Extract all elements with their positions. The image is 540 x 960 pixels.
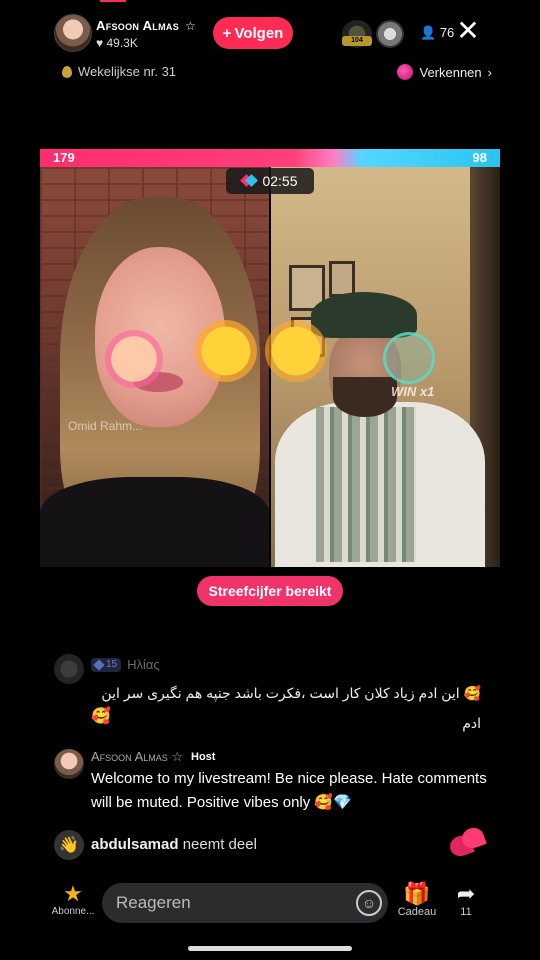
- battle-timer: 02:55: [226, 168, 314, 194]
- top-viewer-avatar[interactable]: [376, 20, 404, 48]
- comment-text: Welcome to my livestream! Be nice please…: [91, 770, 487, 811]
- watermark-text: Omid Rahm...: [68, 419, 143, 433]
- comment-text-cont: 🥰: [91, 708, 111, 725]
- host-tag: Host: [191, 751, 216, 763]
- share-count: 11: [460, 906, 472, 918]
- score-left: 179: [53, 150, 75, 165]
- join-username[interactable]: abdulsamad: [91, 836, 179, 853]
- timer-value: 02:55: [262, 173, 298, 189]
- comment-meta: Afsoon Almas ☆ Host: [91, 749, 215, 765]
- guest-scarf: [316, 407, 416, 562]
- host-likes: ♥ 49.3K: [96, 36, 138, 50]
- gift-label: Cadeau: [397, 906, 437, 918]
- follow-label: Volgen: [234, 24, 284, 42]
- join-text: abdulsamad neemt deel: [91, 836, 257, 853]
- subscribe-button[interactable]: ★ Abonne...: [48, 881, 98, 918]
- comment-username[interactable]: Afsoon Almas ☆: [91, 749, 183, 765]
- hearts-icon: [447, 824, 488, 862]
- likes-count: 49.3K: [106, 36, 138, 50]
- status-indicator: [100, 0, 126, 2]
- heart-icon: ♥: [96, 36, 104, 50]
- star-icon: ★: [63, 881, 83, 906]
- bottom-bar: ★ Abonne... Reageren ☺ 🎁 Cadeau ➦ 11: [0, 876, 540, 936]
- guest-hat: [311, 292, 417, 338]
- comment-input[interactable]: Reageren: [102, 883, 388, 923]
- comment-username[interactable]: Ηλίας: [127, 657, 160, 672]
- follow-button[interactable]: + Volgen: [213, 17, 293, 49]
- goal-reached-pill[interactable]: Streefcijfer bereikt: [197, 576, 343, 606]
- comment-meta: 15 Ηλίας: [91, 657, 160, 672]
- angry-emoji-effect: [195, 320, 257, 382]
- angry-emoji-effect: [265, 320, 327, 382]
- subscribe-label: Abonne...: [51, 906, 95, 917]
- gift-icon: 🎁: [403, 881, 431, 906]
- live-header: Afsoon Almas ☆ ♥ 49.3K + Volgen 104 👤 76…: [54, 14, 526, 54]
- weekly-rank[interactable]: Wekelijkse nr. 31: [62, 64, 176, 79]
- gift-button[interactable]: 🎁 Cadeau: [394, 881, 440, 919]
- chevron-right-icon: ›: [487, 64, 492, 80]
- explore-link[interactable]: Verkennen ›: [397, 64, 492, 80]
- level-badge: 15: [91, 657, 122, 672]
- battle-score-bar: 179 98: [40, 149, 500, 167]
- person-icon: 👤: [420, 25, 437, 40]
- avatar[interactable]: [54, 749, 84, 779]
- explore-label: Verkennen: [419, 64, 482, 80]
- comment-text: 🥰 این ادم زیاد کلان کار است ،فکرت باشد ج…: [101, 685, 481, 731]
- star-icon: ☆: [184, 19, 196, 33]
- host-avatar[interactable]: [54, 14, 92, 52]
- drop-icon: [62, 65, 72, 78]
- emoji-icon[interactable]: ☺: [356, 890, 382, 916]
- win-multiplier-label: WIN x1: [391, 384, 435, 399]
- share-button[interactable]: ➦ 11: [448, 881, 484, 919]
- live-subbar: Wekelijkse nr. 31 Verkennen ›: [62, 64, 492, 84]
- weekly-rank-label: Wekelijkse nr. 31: [78, 64, 177, 79]
- host-name[interactable]: Afsoon Almas ☆: [96, 18, 196, 33]
- score-right: 98: [472, 150, 487, 165]
- gift-effect-ring: [383, 332, 435, 384]
- share-icon: ➦: [456, 881, 476, 906]
- close-icon[interactable]: ✕: [454, 17, 482, 46]
- host-name-text: Afsoon Almas: [96, 18, 180, 33]
- wave-icon: 👋: [54, 830, 84, 860]
- gift-effect-avatar: [105, 330, 163, 388]
- avatar[interactable]: [54, 654, 84, 684]
- gem-icon: [397, 64, 414, 80]
- viewer-count-value: 76: [439, 25, 455, 40]
- plus-icon: +: [222, 24, 232, 42]
- viewer-count[interactable]: 👤 76: [420, 25, 454, 41]
- join-action: neemt deel: [182, 836, 257, 853]
- diamond-icon: [93, 658, 105, 671]
- level-value: 15: [106, 659, 118, 670]
- battle-icon: [242, 174, 256, 188]
- host-shirt: [40, 477, 269, 567]
- viewer-level-badge: 104: [342, 36, 372, 46]
- home-indicator[interactable]: [188, 946, 352, 951]
- guest-beard: [333, 377, 397, 417]
